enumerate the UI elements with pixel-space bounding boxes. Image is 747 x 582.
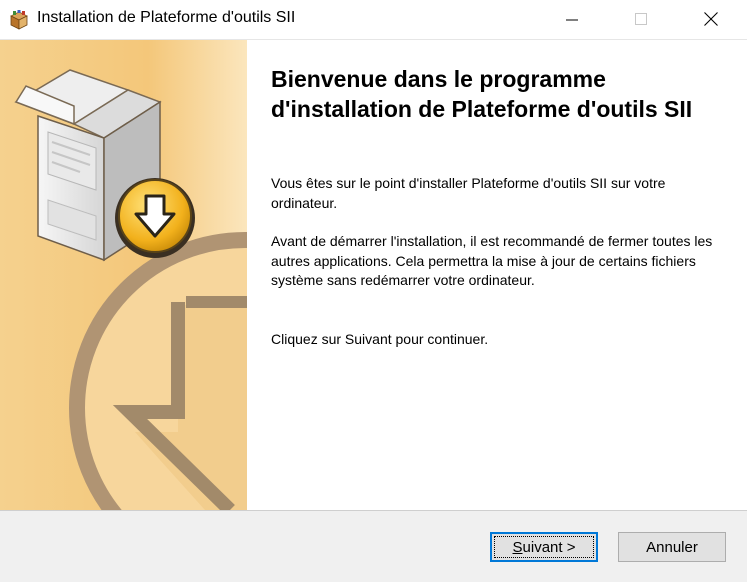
cancel-button[interactable]: Annuler bbox=[618, 532, 726, 562]
close-icon bbox=[704, 12, 718, 26]
close-button[interactable] bbox=[688, 0, 734, 39]
maximize-button bbox=[618, 0, 664, 39]
focus-rectangle bbox=[494, 536, 594, 558]
installer-box-download-illustration bbox=[0, 40, 247, 510]
cancel-button-label: Annuler bbox=[646, 538, 698, 556]
minimize-icon bbox=[566, 19, 578, 21]
window-title: Installation de Plateforme d'outils SII bbox=[37, 9, 296, 26]
next-button[interactable]: Suivant > bbox=[490, 532, 598, 562]
recommendation-paragraph: Avant de démarrer l'installation, il est… bbox=[271, 233, 713, 288]
maximize-icon bbox=[635, 13, 647, 25]
installer-package-icon bbox=[8, 9, 30, 31]
page-title: Bienvenue dans le programme d'installati… bbox=[271, 66, 693, 122]
continue-instruction: Cliquez sur Suivant pour continuer. bbox=[271, 331, 489, 347]
button-bar: Suivant > Annuler bbox=[0, 510, 747, 582]
minimize-button[interactable] bbox=[549, 0, 595, 39]
welcome-content: Bienvenue dans le programme d'installati… bbox=[247, 40, 747, 510]
installer-side-banner bbox=[0, 40, 247, 510]
title-bar: Installation de Plateforme d'outils SII bbox=[0, 0, 747, 40]
intro-paragraph: Vous êtes sur le point d'installer Plate… bbox=[271, 175, 666, 211]
